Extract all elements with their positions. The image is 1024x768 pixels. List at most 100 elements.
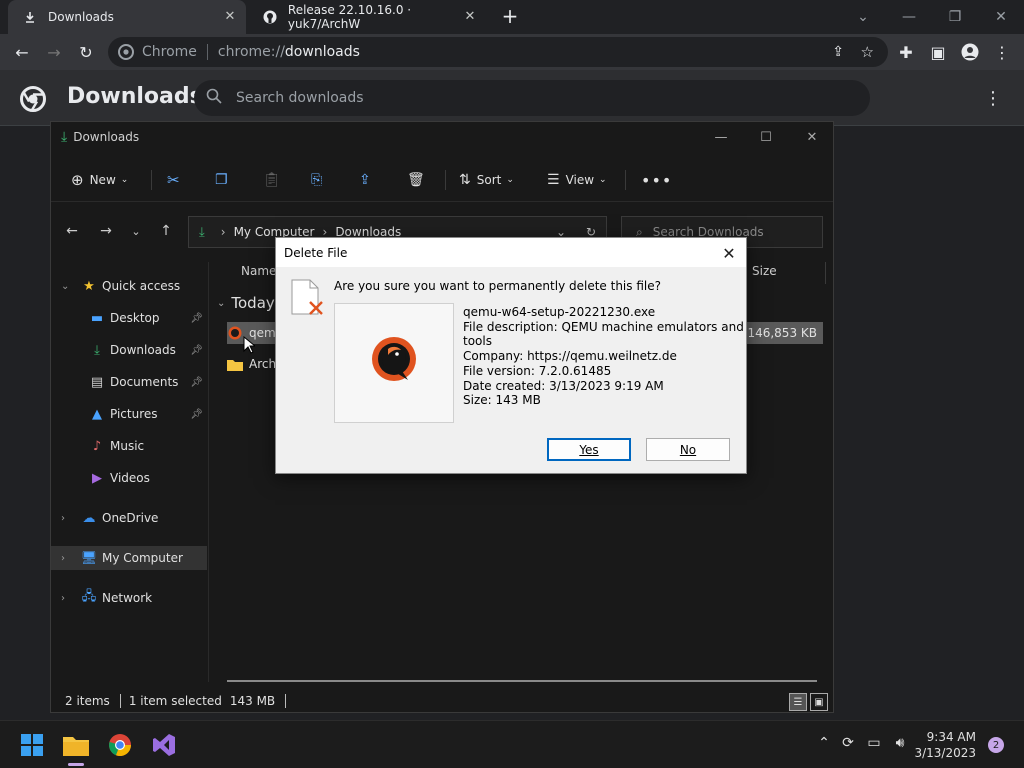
rename-button[interactable]: ⎘	[311, 168, 322, 192]
file-details: qemu-w64-setup-20221230.exe File descrip…	[463, 305, 746, 408]
chevron-right-icon[interactable]: ›	[61, 553, 65, 564]
sidebar-item-network[interactable]: › 🖧︎ Network	[51, 586, 207, 610]
profile-icon[interactable]	[956, 38, 984, 66]
tab-search-icon[interactable]: ⌄	[840, 0, 886, 34]
column-header-name[interactable]: Name	[241, 264, 276, 278]
pin-icon[interactable]: 📌︎	[190, 377, 203, 388]
pin-icon[interactable]: 📌︎	[190, 345, 203, 356]
music-icon: ♪	[92, 438, 102, 454]
tiles-view-icon[interactable]: ▣	[810, 693, 828, 711]
column-divider[interactable]	[825, 262, 826, 284]
sidebar-item-desktop[interactable]: ▬ Desktop 📌︎	[51, 306, 207, 330]
paste-button[interactable]: 📋︎	[263, 168, 281, 192]
sidebar-item-downloads[interactable]: ⤓ Downloads 📌︎	[51, 338, 207, 362]
back-icon[interactable]: ←	[61, 220, 83, 242]
sync-icon[interactable]: ⟳	[838, 733, 858, 753]
forward-icon[interactable]: →	[40, 38, 68, 66]
tab-release[interactable]: Release 22.10.16.0 · yuk7/ArchW ✕	[248, 0, 486, 34]
visual-studio-icon[interactable]	[148, 729, 180, 761]
menu-kebab-icon[interactable]: ⋮	[988, 38, 1016, 66]
github-icon	[262, 9, 278, 25]
view-button[interactable]: ☰ View ⌄	[547, 168, 607, 192]
delete-file-icon	[290, 278, 326, 318]
sidebar-item-music[interactable]: ♪ Music	[51, 434, 207, 458]
side-panel-icon[interactable]: ▣	[924, 38, 952, 66]
file-explorer-icon[interactable]	[60, 729, 92, 766]
reload-icon[interactable]: ↻	[72, 38, 100, 66]
close-tab-icon[interactable]: ✕	[462, 9, 478, 25]
new-button[interactable]: ⊕ New ⌄	[71, 168, 128, 192]
maximize-icon[interactable]: ☐	[754, 126, 778, 148]
cloud-icon: ☁	[82, 510, 96, 526]
close-icon[interactable]: ✕	[800, 126, 824, 148]
minimize-icon[interactable]: —	[886, 0, 932, 34]
cut-button[interactable]: ✂	[167, 168, 180, 192]
minimize-icon[interactable]: —	[709, 126, 733, 148]
search-downloads-input[interactable]: Search downloads	[194, 80, 870, 116]
close-tab-icon[interactable]: ✕	[222, 9, 238, 25]
copy-button[interactable]: ❐	[215, 168, 228, 192]
volume-icon[interactable]: 🔊︎	[890, 733, 910, 753]
recent-chevron-icon[interactable]: ⌄	[125, 220, 147, 242]
back-icon[interactable]: ←	[8, 38, 36, 66]
sort-button[interactable]: ⇅ Sort ⌄	[459, 168, 514, 192]
notification-badge[interactable]: 2	[988, 737, 1004, 753]
file-name: Arch	[249, 357, 277, 371]
document-icon: ▤	[90, 374, 104, 390]
sidebar-item-my-computer[interactable]: › 🖥︎ My Computer	[51, 546, 207, 570]
pin-icon[interactable]: 📌︎	[190, 313, 203, 324]
dialog-question: Are you sure you want to permanently del…	[334, 279, 661, 293]
copy-icon: ❐	[215, 172, 228, 188]
sidebar-item-pictures[interactable]: ▲ Pictures 📌︎	[51, 402, 207, 426]
sidebar-item-documents[interactable]: ▤ Documents 📌︎	[51, 370, 207, 394]
more-options-button[interactable]: •••	[641, 168, 672, 192]
download-icon: ⤓	[94, 342, 100, 358]
restore-icon[interactable]: ❐	[932, 0, 978, 34]
details-view-icon[interactable]: ☰	[789, 693, 807, 711]
address-bar[interactable]: Chrome chrome:// downloads ⇪ ☆	[108, 37, 888, 67]
item-count: 2 items	[65, 694, 110, 708]
extensions-icon[interactable]: ✚	[892, 38, 920, 66]
new-tab-icon[interactable]: +	[498, 4, 522, 28]
chevron-right-icon[interactable]: ›	[61, 593, 65, 604]
navigation-pane: ⌄ ★ Quick access ▬ Desktop 📌︎ ⤓ Download…	[51, 262, 209, 682]
group-header-today[interactable]: ⌄ Today	[217, 294, 275, 312]
tab-downloads[interactable]: Downloads ✕	[8, 0, 246, 34]
no-button[interactable]: No	[646, 438, 730, 461]
chevron-right-icon[interactable]: ›	[61, 513, 65, 524]
search-icon	[206, 88, 222, 108]
start-windows-icon[interactable]	[16, 729, 48, 761]
network-icon[interactable]: ▭	[864, 733, 884, 753]
chrome-toolbar: ← → ↻ Chrome chrome:// downloads ⇪ ☆ ✚ ▣…	[0, 34, 1024, 70]
view-lines-icon: ☰	[547, 172, 560, 188]
horizontal-scrollbar[interactable]	[227, 680, 817, 682]
chevron-down-icon[interactable]: ⌄	[61, 281, 69, 292]
chrome-icon[interactable]	[104, 729, 136, 761]
up-icon[interactable]: ↑	[155, 220, 177, 242]
system-clock[interactable]: 9:34 AM 3/13/2023	[914, 729, 976, 761]
yes-button[interactable]: Yes	[547, 438, 631, 461]
no-label: No	[679, 442, 697, 457]
downloads-menu-icon[interactable]: ⋮	[984, 88, 1002, 109]
sidebar-label: Pictures	[110, 407, 158, 421]
sidebar-item-quick-access[interactable]: ⌄ ★ Quick access	[51, 274, 207, 298]
bookmark-star-icon[interactable]: ☆	[861, 43, 874, 61]
picture-icon: ▲	[92, 406, 102, 422]
sidebar-item-videos[interactable]: ▶ Videos	[51, 466, 207, 490]
pin-icon[interactable]: 📌︎	[190, 409, 203, 420]
close-window-icon[interactable]: ✕	[978, 0, 1024, 34]
delete-button[interactable]: 🗑︎	[407, 168, 425, 192]
group-label: Today	[231, 294, 275, 312]
sidebar-label: Desktop	[110, 311, 160, 325]
ellipsis-icon: •••	[641, 170, 673, 190]
sidebar-label: Videos	[110, 471, 150, 485]
share-button[interactable]: ⇪	[359, 168, 371, 192]
column-header-size[interactable]: Size	[752, 264, 777, 278]
forward-icon[interactable]: →	[95, 220, 117, 242]
share-icon[interactable]: ⇪	[832, 44, 844, 60]
view-label: View	[565, 173, 595, 187]
mouse-cursor-icon	[243, 335, 257, 358]
sidebar-item-onedrive[interactable]: › ☁ OneDrive	[51, 506, 207, 530]
close-icon[interactable]: ✕	[718, 242, 740, 264]
chevron-up-icon[interactable]: ⌃	[814, 733, 834, 753]
